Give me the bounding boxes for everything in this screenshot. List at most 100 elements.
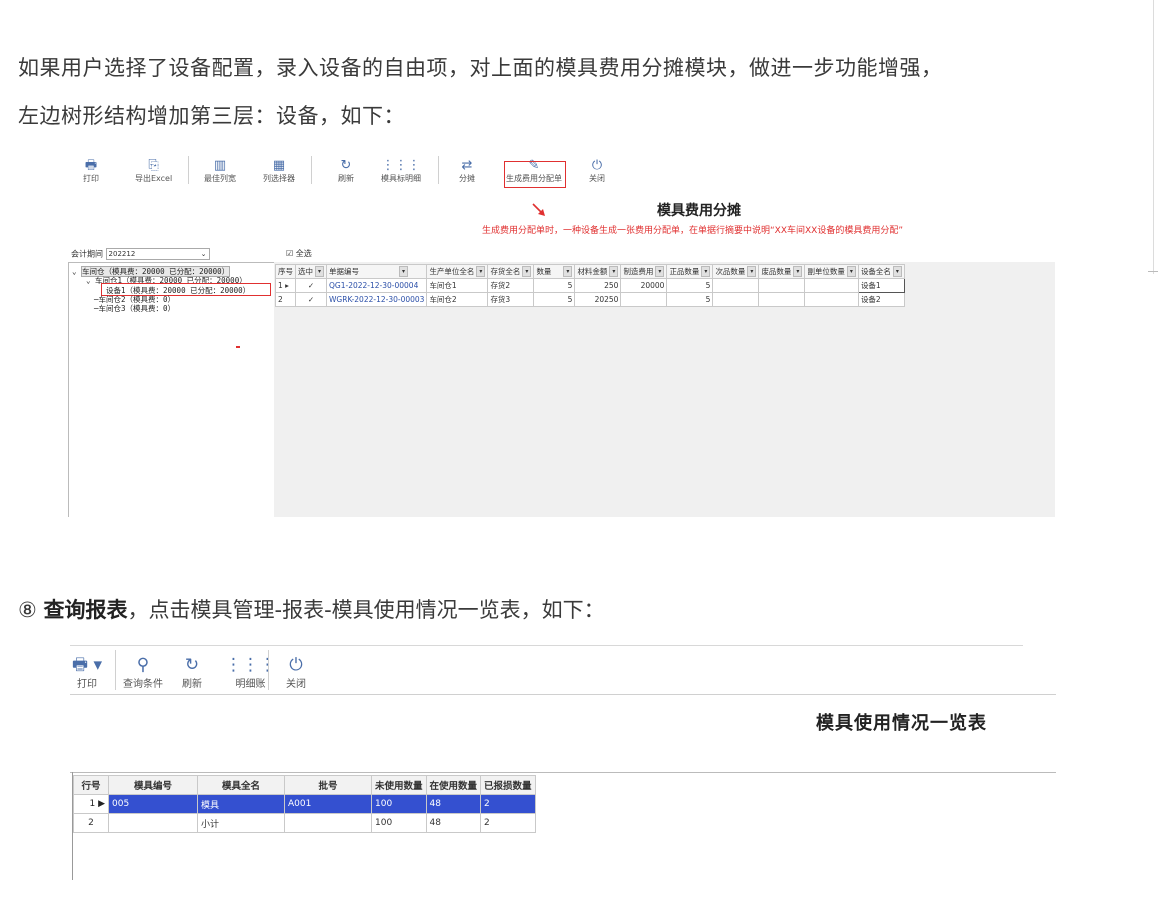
- toolbar-divider: [188, 156, 189, 184]
- col-header[interactable]: 生产单位全名 ▾: [426, 264, 489, 279]
- col-header[interactable]: 在使用数量: [425, 775, 482, 795]
- toolbar-divider: [311, 156, 312, 184]
- best-column-width-button[interactable]: ▥ 最佳列宽: [204, 158, 236, 184]
- print-button[interactable]: 🖶 ▾ 打印: [72, 655, 102, 690]
- printer-icon: 🖶 ▾: [72, 655, 102, 675]
- filter-icon[interactable]: ▾: [609, 266, 619, 278]
- col-header[interactable]: 模具全名: [197, 775, 285, 795]
- table-row[interactable]: 1 ▶ 005 模具 A001 100 48 2: [73, 794, 536, 814]
- best-columns-icon: ▥: [213, 158, 227, 173]
- col-header[interactable]: 次品数量 ▾: [712, 264, 760, 279]
- toolbar-divider: [115, 650, 116, 690]
- col-header[interactable]: 数量 ▾: [533, 264, 576, 279]
- filter-icon[interactable]: ▾: [315, 266, 324, 278]
- chevron-down-icon: ⌄: [200, 250, 207, 258]
- close-button[interactable]: ⏻ 关闭: [286, 655, 306, 690]
- print-button[interactable]: 🖶 打印: [83, 158, 99, 184]
- table-row[interactable]: 2 ✓ WGRK-2022-12-30-00003 车间仓2 存货3 5 202…: [275, 292, 905, 307]
- divider: [70, 645, 1023, 646]
- col-header[interactable]: 存货全名 ▾: [487, 264, 535, 279]
- col-header[interactable]: 序号: [275, 264, 296, 279]
- col-header[interactable]: 行号: [73, 775, 109, 795]
- column-selector-icon: ▦: [272, 158, 286, 173]
- export-excel-icon: ⎘: [148, 158, 159, 173]
- filter-icon[interactable]: ▾: [793, 266, 803, 278]
- toolbar-divider: [268, 650, 269, 690]
- accounting-period: 会计期间 202212 ⌄: [71, 248, 210, 260]
- section-number: ⑧: [18, 598, 37, 622]
- filter-icon[interactable]: ▾: [399, 266, 408, 278]
- grid-header-row: 行号 模具编号 模具全名 批号 未使用数量 在使用数量 已报损数量: [73, 775, 536, 795]
- col-header[interactable]: 已报损数量: [480, 775, 536, 795]
- table-row[interactable]: 1 ▸ ✓ QG1-2022-12-30-00004 车间仓1 存货2 5 25…: [275, 278, 905, 293]
- grid-header-row: 序号 选中 ▾ 单据编号 ▾ 生产单位全名 ▾ 存货全名 ▾ 数量 ▾ 材料金额 ▾ 制造费…: [275, 264, 905, 279]
- filter-icon[interactable]: ▾: [476, 266, 486, 278]
- col-header[interactable]: 选中 ▾: [295, 264, 327, 279]
- allocation-grid: 序号 选中 ▾ 单据编号 ▾ 生产单位全名 ▾ 存货全名 ▾ 数量 ▾ 材料金额 ▾ 制造费…: [275, 264, 905, 307]
- page-title: 模具费用分摊: [657, 203, 741, 219]
- row-checkbox[interactable]: ✓: [295, 278, 327, 293]
- section-title: 查询报表: [43, 598, 128, 622]
- power-icon: ⏻: [289, 655, 303, 675]
- col-header[interactable]: 单据编号 ▾: [325, 264, 428, 279]
- table-row[interactable]: 2 小计 100 48 2: [73, 813, 536, 833]
- filter-icon[interactable]: ▾: [655, 266, 665, 278]
- allocate-button[interactable]: ⇄ 分摊: [459, 158, 475, 184]
- refresh-button[interactable]: ↻ 刷新: [338, 158, 354, 184]
- filter-icon[interactable]: ▾: [522, 266, 532, 278]
- filter-icon[interactable]: ▾: [892, 266, 902, 278]
- col-header[interactable]: 副单位数量 ▾: [804, 264, 859, 279]
- red-mark: [236, 346, 240, 348]
- section-8-heading: ⑧ 查询报表，点击模具管理-报表-模具使用情况一览表，如下：: [18, 594, 605, 624]
- export-excel-button[interactable]: ⎘ 导出Excel: [135, 158, 172, 184]
- mold-cost-allocation-screenshot: 🖶 打印 ⎘ 导出Excel ▥ 最佳列宽 ▦ 列选择器 ↻ 刷新 ⋮⋮⋮ 模具标明细 ⇄ 分…: [68, 152, 1055, 517]
- select-all-checkbox[interactable]: ☑ 全选: [286, 248, 312, 259]
- highlight-generate-button: [504, 161, 566, 188]
- current-row-icon: ▸: [285, 281, 289, 290]
- filter-icon[interactable]: ▾: [563, 266, 573, 278]
- column-selector-button[interactable]: ▦ 列选择器: [263, 158, 295, 184]
- refresh-icon: ↻: [340, 158, 352, 173]
- row-checkbox[interactable]: ✓: [295, 292, 327, 307]
- toolbar-divider: [438, 156, 439, 184]
- mold-detail-button[interactable]: ⋮⋮⋮ 模具标明细: [381, 158, 421, 184]
- right-panel-tick: [1148, 271, 1158, 272]
- intro-line-1: 如果用户选择了设备配置，录入设备的自由项，对上面的模具费用分摊模块，做进一步功能…: [18, 56, 943, 80]
- col-header[interactable]: 制造费用 ▾: [620, 264, 668, 279]
- refresh-button[interactable]: ↻ 刷新: [182, 655, 202, 690]
- mold-usage-grid: 行号 模具编号 模具全名 批号 未使用数量 在使用数量 已报损数量 1 ▶ 00…: [73, 775, 536, 833]
- col-header[interactable]: 模具编号: [108, 775, 198, 795]
- allocate-icon: ⇄: [461, 158, 473, 173]
- intro-line-2: 左边树形结构增加第三层：设备，如下：: [18, 104, 405, 128]
- col-header[interactable]: 未使用数量: [371, 775, 427, 795]
- filter-icon[interactable]: ▾: [701, 266, 711, 278]
- query-conditions-button[interactable]: ⚲ 查询条件: [123, 655, 163, 690]
- right-panel-border: [1153, 0, 1154, 274]
- mold-usage-report-screenshot: 🖶 ▾ 打印 ⚲ 查询条件 ↻ 刷新 ⋮⋮⋮ 明细账 ⏻ 关闭 模具使用情况一览表 行号 …: [70, 645, 1056, 881]
- col-header[interactable]: 材料金额 ▾: [574, 264, 622, 279]
- report-title: 模具使用情况一览表: [816, 713, 987, 734]
- power-icon: ⏻: [591, 158, 603, 173]
- close-button[interactable]: ⏻ 关闭: [589, 158, 605, 184]
- toolbar: 🖶 打印 ⎘ 导出Excel ▥ 最佳列宽 ▦ 列选择器 ↻ 刷新 ⋮⋮⋮ 模具标明细 ⇄ 分…: [68, 152, 1055, 188]
- search-icon: ⚲: [136, 655, 150, 675]
- current-row-icon: ▶: [98, 799, 105, 809]
- detail-grid-icon: ⋮⋮⋮: [381, 158, 421, 173]
- col-header[interactable]: 设备全名 ▾: [857, 264, 905, 279]
- col-header[interactable]: 批号: [284, 775, 372, 795]
- period-label: 会计期间: [71, 249, 103, 259]
- grid-top-line: [70, 772, 1056, 773]
- workshop-tree: ⌄ 车间仓（模具费：20000 已分配：20000） ⌄ 车间仓1（模具费：20…: [68, 262, 275, 517]
- annotation-text: 生成费用分配单时，一种设备生成一张费用分配单，在单据行摘要中说明“XX车间XX设…: [482, 226, 903, 236]
- refresh-icon: ↻: [184, 655, 200, 675]
- annotation-arrow-icon: [532, 203, 545, 216]
- col-header[interactable]: 废品数量 ▾: [758, 264, 806, 279]
- filter-icon[interactable]: ▾: [846, 266, 856, 278]
- period-select[interactable]: 202212 ⌄: [105, 248, 210, 260]
- toolbar-bottom-line: [70, 694, 1056, 695]
- tree-node-workshop-3[interactable]: ─车间仓3（模具费：0）: [94, 303, 175, 314]
- printer-icon: 🖶: [84, 158, 98, 173]
- filter-icon[interactable]: ▾: [747, 266, 757, 278]
- section-text: ，点击模具管理-报表-模具使用情况一览表，如下：: [127, 598, 605, 622]
- col-header[interactable]: 正品数量 ▾: [666, 264, 714, 279]
